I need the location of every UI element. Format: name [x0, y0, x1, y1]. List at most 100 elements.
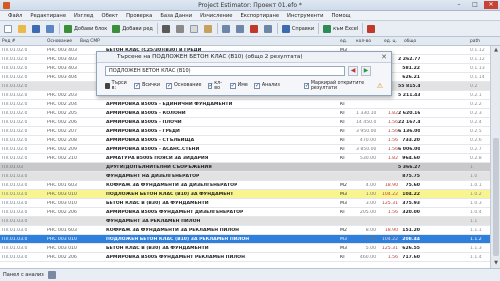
paste-icon [203, 24, 212, 33]
table-cell-c3: М2 [340, 228, 347, 233]
col-header-total[interactable]: общо [404, 39, 416, 44]
save-button[interactable] [31, 23, 42, 34]
binoculars-icon [105, 82, 110, 89]
tool-button-1[interactable] [221, 23, 232, 34]
checkbox-name[interactable] [229, 82, 236, 89]
add-block-button[interactable]: Добави блок [63, 23, 108, 34]
checkbox-analysis[interactable] [253, 82, 260, 89]
excel-label: към Excel [333, 25, 359, 32]
col-header-id[interactable]: Ред # [2, 39, 15, 44]
menu-export[interactable]: Експортиране [236, 13, 283, 19]
tool-button-4[interactable] [263, 23, 274, 34]
help-button[interactable]: Справки [281, 23, 315, 34]
menu-file[interactable]: Файл [4, 13, 26, 19]
table-cell-c2: ПОДЛОЖЕН БЕТОН КЛАС (B10) ЗА РЕКЛАМЕН ПИ… [106, 237, 250, 242]
new-file-button[interactable] [3, 23, 14, 34]
table-cell-c6: 733.20 [402, 138, 420, 143]
table-row[interactable]: Пл.01.03.0 РНС 003 010 ПОДЛОЖЕН БЕТОН КЛАС… [0, 235, 490, 244]
table-cell-c6: 22 167.40 [398, 120, 420, 125]
table-row[interactable]: Пл.01.02.0 РНС 002 210 АРМАТУРА B500S ПОЯС… [0, 154, 490, 163]
table-row[interactable]: Пл.01.03.0 РНС 002 206 АРМИРОВКА B500S ФУН… [0, 253, 490, 262]
col-header-unit[interactable]: ед. [340, 39, 347, 44]
delete-button[interactable] [161, 23, 172, 34]
checkbox-qty[interactable] [207, 82, 213, 89]
copy-button[interactable] [189, 23, 200, 34]
col-header-unit-price[interactable]: ед. ц. [384, 39, 397, 44]
table-row[interactable]: Пл.01.02.0 РНС 002 206 АРМИРОВКА B500S - П… [0, 118, 490, 127]
menu-check[interactable]: Проверка [122, 13, 156, 19]
option-qty[interactable]: кл-во [207, 81, 224, 91]
scissors-icon [175, 24, 184, 33]
close-button[interactable]: ✕ [484, 1, 498, 9]
table-row[interactable]: Пл.01.03.0 ФУНДАМЕНТ НА ДИЗЕЛГЕНЕРАТОР 875… [0, 172, 490, 181]
menu-object[interactable]: Обект [97, 13, 122, 19]
table-row[interactable]: Пл.01.02.0 РНС 002 204 АРМИРОВКА B500S - Е… [0, 100, 490, 109]
table-row[interactable]: Пл.01.03 ДРУГИ/ДОПЪЛНИТЕЛНИ СЪОРЪЖЕНИЯ 5 3… [0, 163, 490, 172]
scroll-down-icon[interactable]: ▼ [491, 259, 500, 268]
option-name[interactable]: Име [229, 82, 248, 89]
col-header-reason[interactable]: Основание [47, 39, 72, 44]
table-cell-c4: 1 330.10 [356, 111, 376, 116]
option-reason[interactable]: Основание [166, 82, 202, 89]
paste-button[interactable] [203, 23, 214, 34]
checkbox-mark-results[interactable] [303, 82, 310, 89]
add-block-icon [64, 24, 72, 33]
panel-toggle-icon[interactable] [47, 271, 56, 279]
table-row[interactable]: Пл.01.02.0 РНС 002 207 АРМИРОВКА B500S - Г… [0, 127, 490, 136]
menu-view[interactable]: Изглед [70, 13, 97, 19]
search-input[interactable]: ПОДЛОЖЕН БЕТОН КЛАС (B10) [105, 66, 345, 76]
table-cell-c6: 208.44 [402, 237, 420, 242]
search-dialog-title-bar: Търсене на ПОДЛОЖЕН БЕТОН КЛАС (B10) (об… [97, 52, 391, 63]
menu-edit[interactable]: Редактиране [26, 13, 70, 19]
table-cell-c4: 3 950.00 [356, 129, 376, 134]
maximize-button[interactable]: □ [468, 1, 482, 9]
vertical-scrollbar[interactable]: ▲ ▼ [490, 46, 500, 268]
table-row[interactable]: Пл.01.03.0 РНС 001 603 КОФРАЖ ЗА ФУНДАМЕНТ… [0, 226, 490, 235]
table-row[interactable]: Пл.01.02.0 РНС 002 205 АРМИРОВКА B500S - К… [0, 109, 490, 118]
minimize-button[interactable]: – [452, 1, 466, 9]
table-cell-c0: Пл.01.03.0 [2, 246, 28, 251]
add-row-label: Добави ред [122, 25, 153, 32]
open-button[interactable] [17, 23, 28, 34]
scroll-up-icon[interactable]: ▲ [491, 46, 500, 55]
col-header-qty[interactable]: кол-во [356, 39, 371, 44]
table-cell-c0: Пл.01.03.0 [2, 228, 28, 233]
checkbox-reason[interactable] [166, 82, 172, 89]
add-row-button[interactable]: Добави ред [111, 23, 154, 34]
option-mark-results[interactable]: Маркирай откритите резултати [303, 81, 371, 91]
option-analysis[interactable]: Анализ [253, 82, 280, 89]
next-result-button[interactable]: ▶ [361, 66, 371, 76]
table-cell-c0: Пл.01.02.0 [2, 48, 28, 53]
table-cell-c3: КГ [340, 147, 347, 152]
table-cell-c2: ФУНДАМЕНТ ЗА РЕКЛАМЕН ПИЛОН [106, 219, 201, 224]
table-row[interactable]: Пл.01.03.0 РНС 001 603 КОФРАЖ ЗА ФУНДАМЕНТ… [0, 181, 490, 190]
tool-button-3[interactable] [249, 23, 260, 34]
table-row[interactable]: Пл.01.03.0 РНС 002 206 АРМИРОВКА B500S ФУН… [0, 208, 490, 217]
settings-button[interactable] [366, 23, 377, 34]
menu-database[interactable]: База Данни [156, 13, 196, 19]
save-as-button[interactable] [45, 23, 56, 34]
excel-export-button[interactable]: към Excel [322, 23, 359, 34]
tool-button-2[interactable] [235, 23, 246, 34]
table-row[interactable]: Пл.01.02.0 РНС 002 209 АРМИРОВКА B500S - А… [0, 145, 490, 154]
option-all[interactable]: Всички [134, 82, 160, 89]
table-row[interactable]: Пл.01.02.0 РНС 002 208 АРМИРОВКА B500S - С… [0, 136, 490, 145]
menu-tools[interactable]: Инструменти [283, 13, 327, 19]
table-row[interactable]: Пл.01.03.0 РНС 003 010 БЕТОН КЛАС В (B30) … [0, 244, 490, 253]
col-header-type[interactable]: Вид СМР [80, 39, 100, 44]
table-cell-c5: 1.56 [387, 147, 398, 152]
scroll-thumb[interactable] [493, 138, 499, 256]
cut-button[interactable] [175, 23, 186, 34]
table-row[interactable]: Пл.01.03.0 РНС 003 010 ПОДЛОЖЕН БЕТОН КЛАС… [0, 190, 490, 199]
table-row[interactable]: Пл.01.03.0 ФУНДАМЕНТ ЗА РЕКЛАМЕН ПИЛОН 1.1 [0, 217, 490, 226]
col-header-path[interactable]: path [470, 39, 480, 44]
folder-icon [18, 24, 26, 33]
table-cell-c2: ФУНДАМЕНТ НА ДИЗЕЛГЕНЕРАТОР [106, 174, 200, 179]
menu-calculation[interactable]: Изчисление [196, 13, 236, 19]
close-icon[interactable]: ✕ [381, 53, 387, 61]
menu-help[interactable]: Помощ [327, 13, 354, 19]
checkbox-all[interactable] [134, 82, 140, 89]
table-cell-c4: 5.00 [365, 246, 376, 251]
table-row[interactable]: Пл.01.03.0 РНС 003 010 БЕТОН КЛАС В (B30) … [0, 199, 490, 208]
previous-result-button[interactable]: ◀ [348, 66, 358, 76]
